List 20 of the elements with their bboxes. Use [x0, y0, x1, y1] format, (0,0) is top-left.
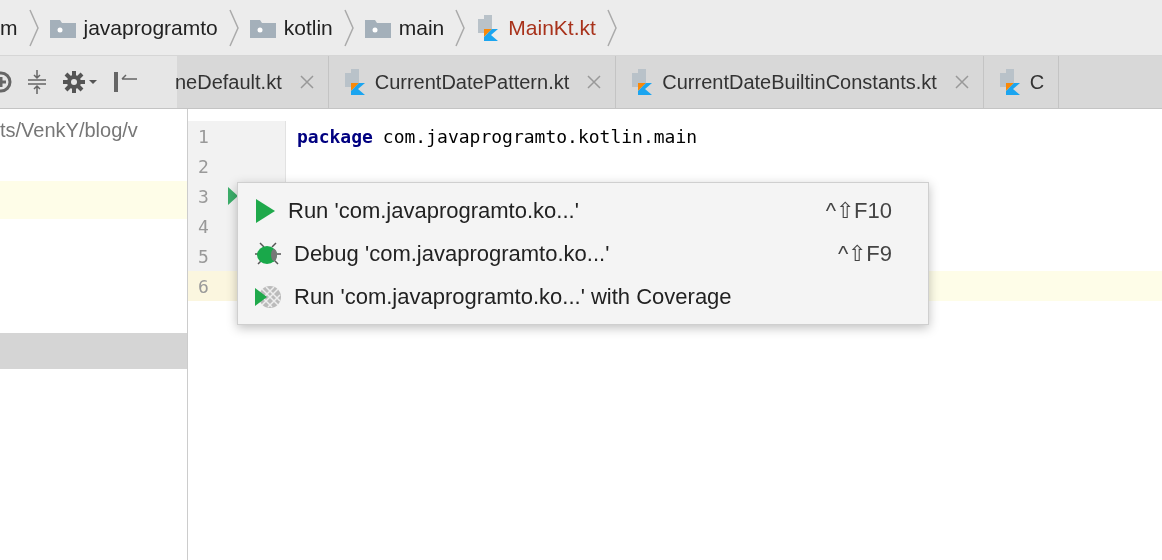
breadcrumb[interactable]: kotlin: [249, 15, 333, 40]
editor-tab[interactable]: neDefault.kt: [175, 56, 329, 108]
menu-item[interactable]: Debug 'com.javaprogramto.ko...' ^⇧F9: [238, 232, 928, 275]
line-number: 3: [197, 185, 210, 207]
code-text: package com.javaprogramto.kotlin.main: [296, 124, 698, 149]
line-number: 5: [197, 245, 210, 267]
menu-item[interactable]: Run 'com.javaprogramto.ko...' ^⇧F10: [238, 189, 928, 232]
editor-tab[interactable]: CurrentDatePattern.kt: [328, 56, 617, 108]
line-number: 2: [197, 155, 210, 177]
breadcrumb[interactable]: MainKt.kt: [476, 14, 596, 41]
project-path: ts/VenkY/blog/v: [0, 118, 139, 143]
line-number: 1: [197, 125, 210, 147]
editor-tab[interactable]: CurrentDateBuiltinConstants.kt: [616, 56, 984, 108]
breadcrumb[interactable]: main: [364, 15, 445, 40]
breadcrumb[interactable]: m: [0, 15, 18, 40]
editor-tab[interactable]: C: [983, 56, 1060, 108]
breadcrumb[interactable]: javaprogramto: [49, 15, 218, 40]
line-number: 6: [197, 275, 210, 297]
line-number: 4: [197, 215, 210, 237]
menu-item[interactable]: Run 'com.javaprogramto.ko...' with Coverage: [238, 275, 928, 318]
